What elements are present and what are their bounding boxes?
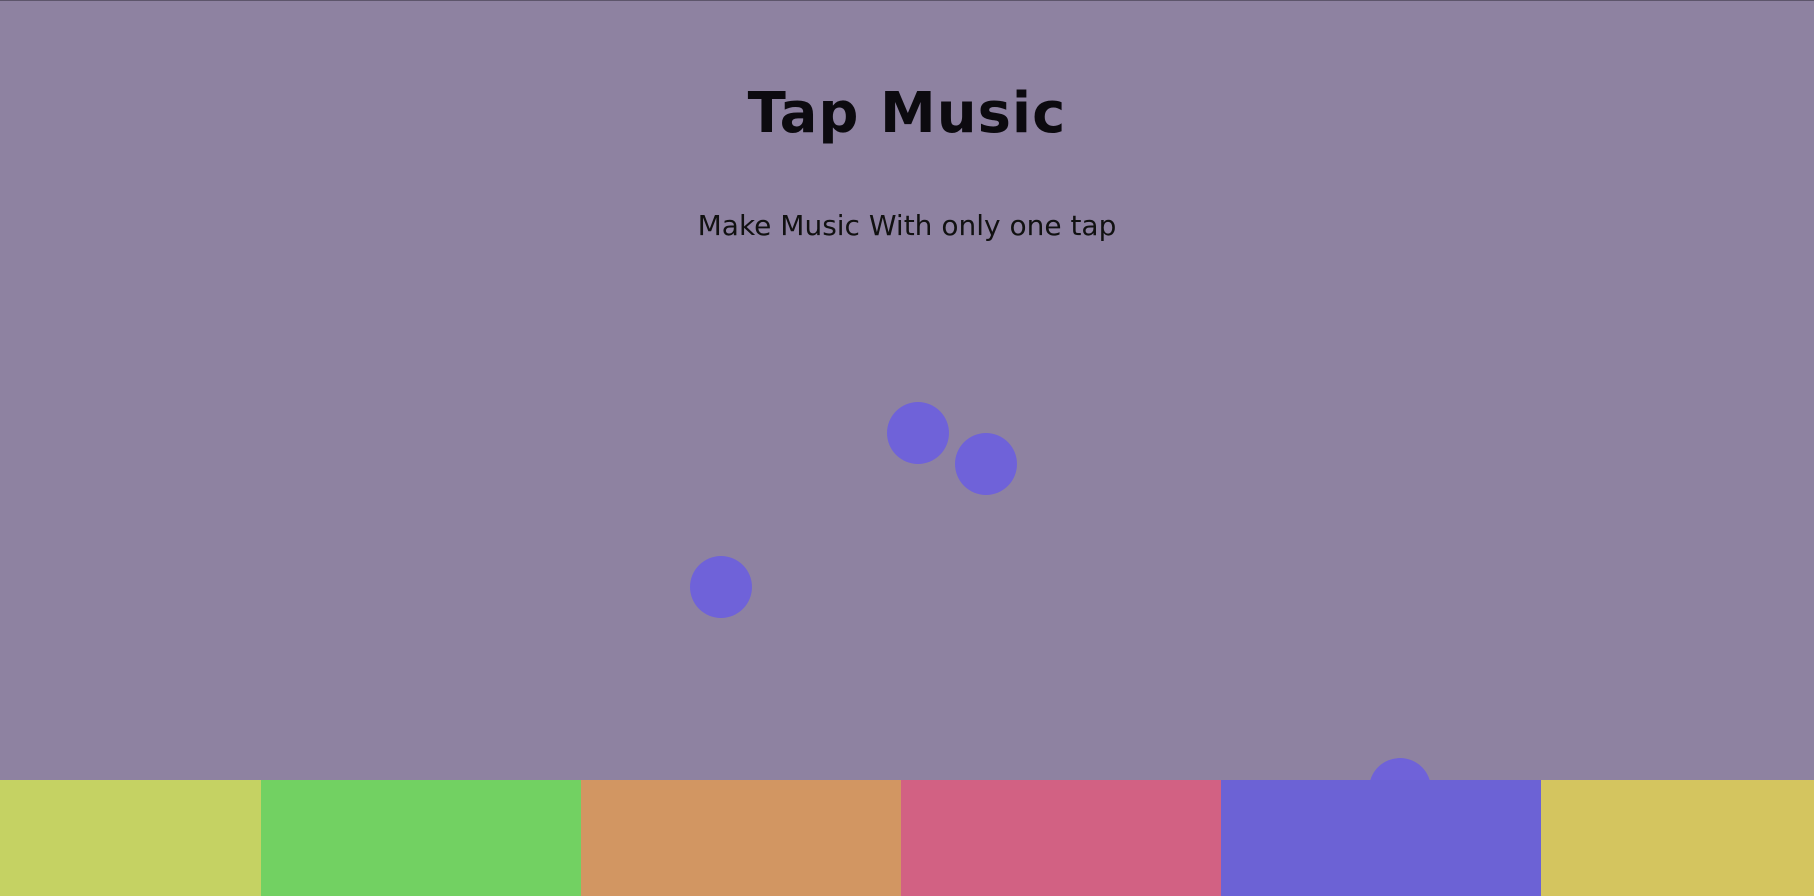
game-stage[interactable]: Tap Music Make Music With only one tap (0, 0, 1814, 896)
tap-pad-1[interactable] (0, 780, 261, 896)
page-title: Tap Music (747, 81, 1067, 146)
bouncing-ball (887, 402, 949, 464)
tap-pad-5[interactable] (1221, 780, 1541, 896)
tap-pad-4[interactable] (901, 780, 1221, 896)
tap-pads (0, 780, 1814, 896)
tap-pad-6[interactable] (1541, 780, 1814, 896)
tap-pad-2[interactable] (261, 780, 581, 896)
bouncing-ball (690, 556, 752, 618)
page-subtitle: Make Music With only one tap (697, 209, 1117, 242)
bouncing-ball (955, 433, 1017, 495)
tap-pad-3[interactable] (581, 780, 901, 896)
